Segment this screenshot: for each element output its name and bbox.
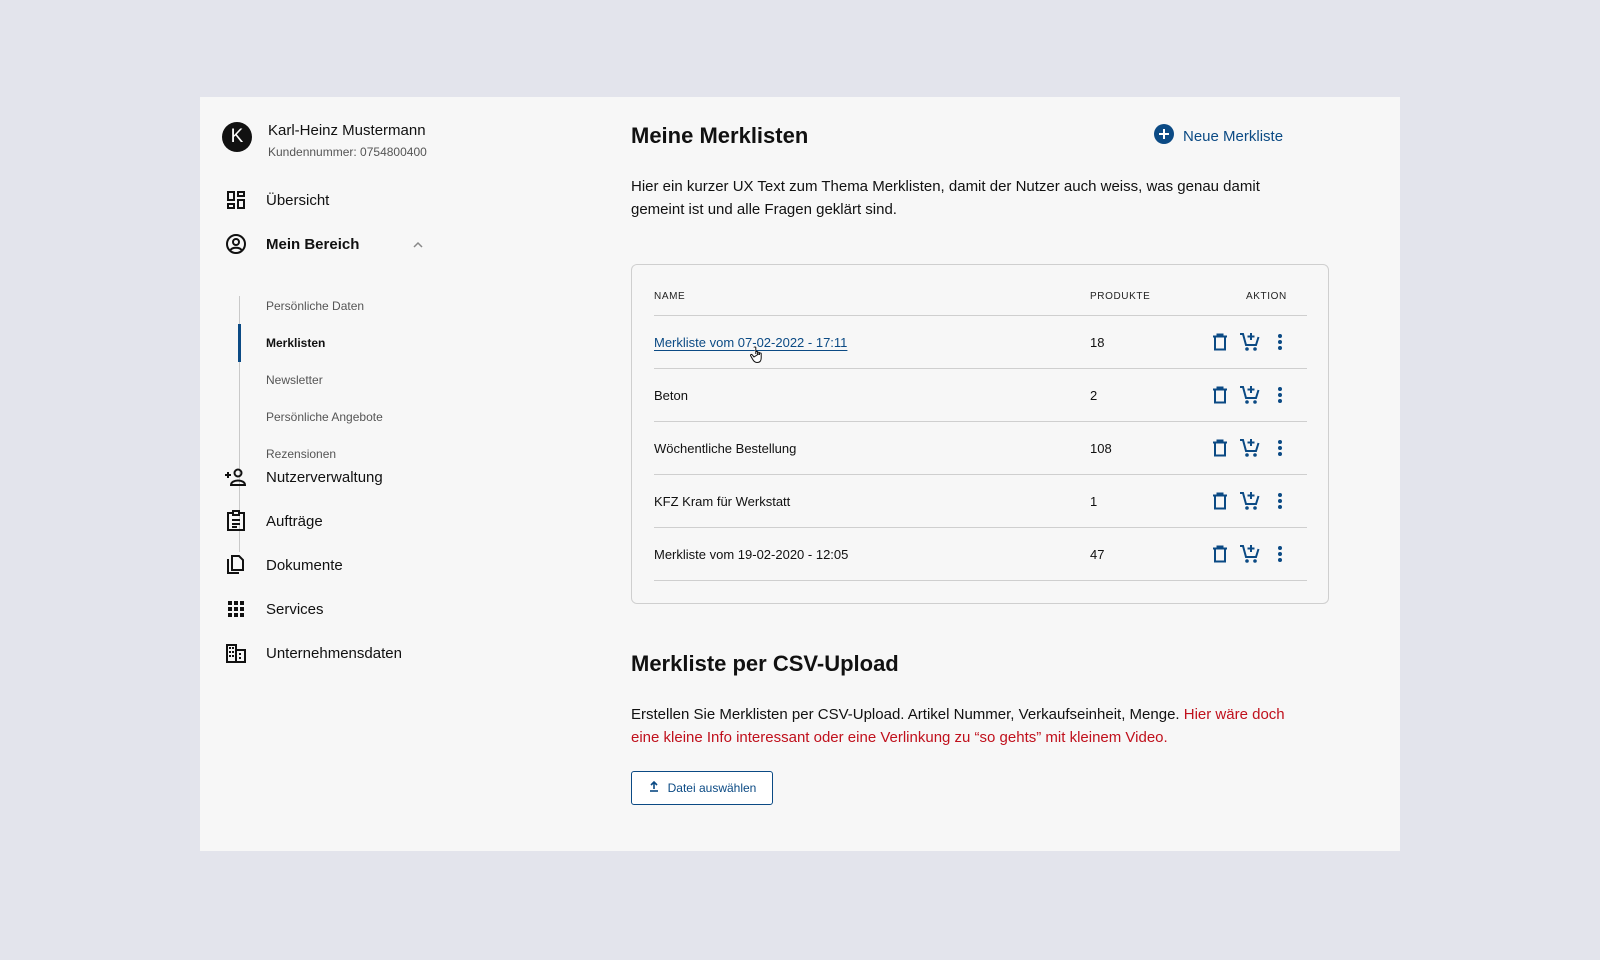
sidebar-item-documents[interactable]: Dokumente [222,551,343,579]
avatar: K [222,122,252,152]
choose-file-label: Datei auswählen [667,781,757,795]
trash-icon[interactable] [1209,490,1231,512]
row-actions [1209,490,1299,512]
documents-icon [222,551,250,579]
column-header-name: NAME [654,291,686,302]
add-to-cart-icon[interactable] [1239,437,1261,459]
choose-file-button[interactable]: Datei auswählen [631,771,773,805]
csv-description-text: Erstellen Sie Merklisten per CSV-Upload.… [631,706,1180,723]
sidebar-item-label: Dokumente [266,556,343,574]
wishlist-table: NAME PRODUKTE AKTION Merkliste vom 07-02… [631,264,1329,604]
more-vertical-icon[interactable] [1269,331,1291,353]
product-count: 47 [1090,547,1105,562]
add-circle-icon [1154,124,1174,149]
wishlist-name-link[interactable]: KFZ Kram für Werkstatt [654,494,790,509]
hand-cursor-icon [749,346,765,369]
sidebar-subitem-wishlists[interactable]: Merklisten [238,324,420,362]
clipboard-icon [222,507,250,535]
table-row: KFZ Kram für Werkstatt 1 [654,474,1307,528]
trash-icon[interactable] [1209,384,1231,406]
column-header-products: PRODUKTE [1090,291,1151,302]
wishlist-name-link[interactable]: Merkliste vom 19-02-2020 - 12:05 [654,547,848,562]
dashboard-icon [222,186,250,214]
new-wishlist-button[interactable]: Neue Merkliste [1154,124,1283,149]
intro-text: Hier ein kurzer UX Text zum Thema Merkli… [631,178,1260,218]
more-vertical-icon[interactable] [1269,543,1291,565]
product-count: 2 [1090,388,1098,403]
row-actions [1209,437,1299,459]
sidebar-item-overview[interactable]: Übersicht [222,186,329,214]
trash-icon[interactable] [1209,331,1231,353]
sidebar-item-label: Aufträge [266,512,323,530]
sidebar-item-label: Mein Bereich [266,235,360,253]
chevron-up-icon[interactable] [412,238,424,256]
customer-number: Kundennummer: 0754800400 [268,145,427,159]
add-to-cart-icon[interactable] [1239,384,1261,406]
table-row: Wöchentliche Bestellung 108 [654,421,1307,475]
sidebar-item-label: Nutzerverwaltung [266,468,383,486]
row-actions [1209,543,1299,565]
sidebar-item-label: Übersicht [266,191,330,209]
sidebar-item-services[interactable]: Services [222,595,324,623]
sidebar-subitem-personal-offers[interactable]: Persönliche Angebote [240,405,420,429]
sidebar-item-company-data[interactable]: Unternehmensdaten [222,639,402,667]
add-to-cart-icon[interactable] [1239,490,1261,512]
user-info: Karl-Heinz Mustermann Kundennummer: 0754… [268,122,427,159]
row-actions [1209,331,1299,353]
person-add-icon [222,463,250,491]
new-wishlist-label: Neue Merkliste [1183,128,1284,145]
column-header-action: AKTION [1246,291,1287,302]
more-vertical-icon[interactable] [1269,490,1291,512]
sidebar-subitem-personal-data[interactable]: Persönliche Daten [240,294,420,318]
trash-icon[interactable] [1209,543,1231,565]
row-actions [1209,384,1299,406]
sidebar-item-user-management[interactable]: Nutzerverwaltung [222,463,383,491]
sidebar-subitem-newsletter[interactable]: Newsletter [240,368,420,392]
upload-icon [648,779,660,797]
sidebar-item-label: Unternehmensdaten [266,644,402,662]
user-profile: K Karl-Heinz Mustermann Kundennummer: 07… [222,122,427,159]
product-count: 108 [1090,441,1112,456]
table-row: Merkliste vom 07-02-2022 - 17:11 18 [654,315,1307,369]
sidebar-item-my-area[interactable]: Mein Bereich [222,230,432,258]
wishlist-name-link[interactable]: Beton [654,388,688,403]
sidebar-item-label: Services [266,600,324,618]
page-title: Meine Merklisten [631,123,809,148]
table-row: Merkliste vom 19-02-2020 - 12:05 47 [654,527,1307,581]
trash-icon[interactable] [1209,437,1231,459]
building-icon [222,639,250,667]
csv-upload-title: Merkliste per CSV-Upload [631,651,899,676]
apps-grid-icon [222,595,250,623]
wishlist-name-link[interactable]: Wöchentliche Bestellung [654,441,796,456]
sidebar-item-orders[interactable]: Aufträge [222,507,323,535]
app-frame: K Karl-Heinz Mustermann Kundennummer: 07… [200,97,1400,851]
product-count: 18 [1090,335,1105,350]
user-name: Karl-Heinz Mustermann [268,122,426,139]
account-circle-icon [222,230,250,258]
more-vertical-icon[interactable] [1269,437,1291,459]
table-row: Beton 2 [654,368,1307,422]
add-to-cart-icon[interactable] [1239,543,1261,565]
add-to-cart-icon[interactable] [1239,331,1261,353]
product-count: 1 [1090,494,1098,509]
csv-upload-description: Erstellen Sie Merklisten per CSV-Upload.… [631,703,1291,749]
more-vertical-icon[interactable] [1269,384,1291,406]
